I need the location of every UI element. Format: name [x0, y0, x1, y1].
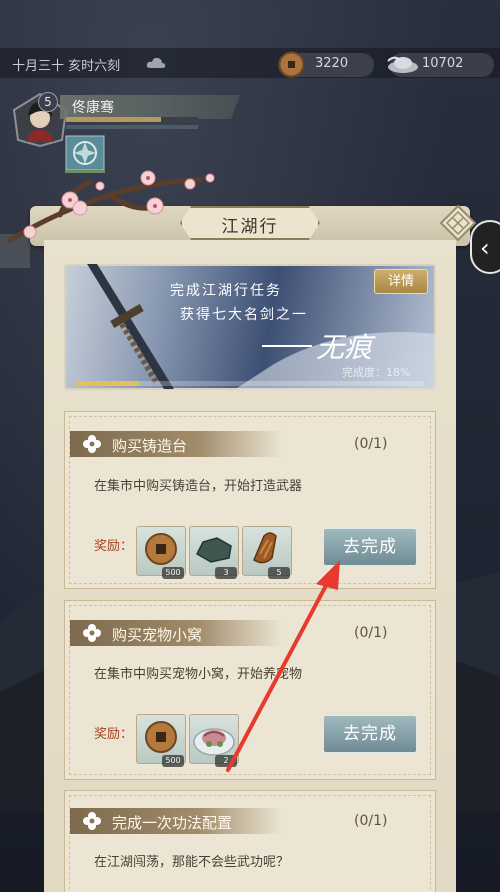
- wood-log-icon: [253, 532, 277, 564]
- task-description: 在江湖闯荡，那能不会些武功呢？: [94, 855, 290, 870]
- experience-bar: [66, 125, 198, 129]
- banner-dash: [262, 345, 312, 347]
- silver-ingot-icon: [387, 56, 418, 73]
- game-date: 十月三十 亥时六刻: [12, 59, 121, 74]
- health-bar-fill: [66, 117, 162, 122]
- reward-label: 奖励：: [94, 539, 134, 554]
- player-level-badge: 5: [38, 92, 58, 112]
- completion-label: 完成度：18%: [342, 366, 411, 379]
- task-card: [64, 790, 436, 892]
- reward-quantity: 500: [162, 755, 184, 767]
- player-name: 佟康骞: [72, 100, 114, 116]
- copper-coin-icon: [145, 721, 177, 753]
- go-complete-button[interactable]: 去完成: [323, 715, 417, 753]
- reward-quantity: 5: [268, 567, 290, 579]
- copper-amount: 3220: [315, 56, 349, 71]
- reward-quantity: 500: [162, 567, 184, 579]
- reward-label: 奖励：: [94, 727, 134, 742]
- reward-quantity: 3: [215, 567, 237, 579]
- task-progress: (0/1): [354, 625, 388, 641]
- task-progress: (0/1): [354, 813, 388, 829]
- reward-quantity: 2: [215, 755, 237, 767]
- banner-line-1: 完成江湖行任务: [170, 283, 282, 299]
- iron-ore-icon: [196, 537, 232, 563]
- copper-coin-icon: [278, 51, 305, 78]
- detail-button[interactable]: 详情: [374, 269, 428, 294]
- copper-coin-icon: [145, 533, 177, 565]
- task-title: 购买铸造台: [112, 437, 188, 455]
- meat-dish-icon: [193, 728, 235, 756]
- flower-icon: [83, 435, 101, 453]
- expand-arrow-button[interactable]: ‹: [470, 220, 500, 274]
- cherry-blossom-branch-icon: [7, 170, 215, 243]
- go-complete-button[interactable]: 去完成: [323, 528, 417, 566]
- chevron-left-icon: ‹: [480, 234, 490, 262]
- cloud-icon: [146, 57, 166, 68]
- silver-amount: 10702: [422, 56, 464, 71]
- banner-line-2: 获得七大名剑之一: [180, 307, 308, 323]
- completion-progress-fill: [76, 381, 139, 386]
- flower-icon: [83, 624, 101, 642]
- task-progress: (0/1): [354, 436, 388, 452]
- task-title: 完成一次功法配置: [112, 814, 233, 832]
- sword-name: 无痕: [316, 331, 373, 364]
- task-title: 购买宠物小窝: [112, 626, 203, 644]
- flower-icon: [83, 812, 101, 830]
- task-description: 在集市中购买铸造台，开始打造武器: [94, 479, 303, 494]
- task-description: 在集市中购买宠物小窝，开始养宠物: [94, 667, 303, 682]
